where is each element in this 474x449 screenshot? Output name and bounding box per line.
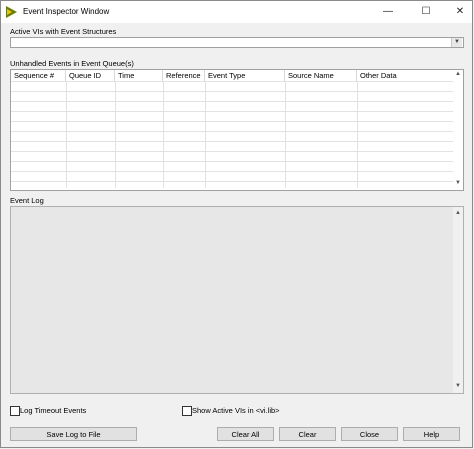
log-scrollbar[interactable]: ▲ ▼ [453, 207, 463, 393]
column-header-sequence[interactable]: Sequence # [11, 70, 66, 81]
table-row [11, 81, 453, 82]
column-header-queue-id[interactable]: Queue ID [66, 70, 115, 81]
log-timeout-checkbox[interactable] [10, 406, 20, 416]
close-button[interactable]: Close [341, 427, 398, 441]
event-log-label: Event Log [10, 196, 44, 205]
minimize-icon[interactable]: — [374, 1, 402, 23]
column-header-event-type[interactable]: Event Type [205, 70, 285, 81]
table-scrollbar[interactable]: ▲ ▼ [453, 70, 463, 190]
active-vis-label: Active VIs with Event Structures [10, 27, 117, 36]
save-log-button[interactable]: Save Log to File [10, 427, 137, 441]
column-header-time[interactable]: Time [115, 70, 163, 81]
log-timeout-label: Log Timeout Events [20, 406, 87, 415]
scroll-down-icon[interactable]: ▼ [454, 383, 462, 389]
clear-button[interactable]: Clear [279, 427, 336, 441]
event-inspector-window: Event Inspector Window — ☐ ✕ Active VIs … [0, 0, 473, 448]
column-header-reference[interactable]: Reference [163, 70, 205, 81]
clear-all-button[interactable]: Clear All [217, 427, 274, 441]
unhandled-events-label: Unhandled Events in Event Queue(s) [10, 59, 134, 68]
window-title: Event Inspector Window [23, 7, 110, 16]
unhandled-events-table[interactable]: Sequence # Queue ID Time Reference Event… [10, 69, 464, 191]
event-log-area[interactable]: ▲ ▼ [10, 206, 464, 394]
table-row [11, 161, 453, 162]
scroll-up-icon[interactable]: ▲ [454, 71, 462, 77]
show-active-vis-checkbox[interactable] [182, 406, 192, 416]
title-bar[interactable]: Event Inspector Window — ☐ ✕ [1, 1, 472, 23]
help-button[interactable]: Help [403, 427, 460, 441]
table-row [11, 91, 453, 92]
table-row [11, 181, 453, 182]
table-header: Sequence # Queue ID Time Reference Event… [11, 70, 463, 81]
table-row [11, 151, 453, 152]
chevron-down-icon[interactable]: ▼ [451, 38, 462, 47]
table-row [11, 131, 453, 132]
column-header-other-data[interactable]: Other Data [357, 70, 453, 81]
table-row [11, 111, 453, 112]
close-window-icon[interactable]: ✕ [446, 1, 474, 23]
table-row [11, 101, 453, 102]
column-header-source-name[interactable]: Source Name [285, 70, 357, 81]
labview-arrow-icon-highlight [7, 9, 12, 15]
table-row [11, 141, 453, 142]
maximize-icon[interactable]: ☐ [412, 1, 440, 23]
scroll-down-icon[interactable]: ▼ [454, 180, 462, 186]
table-row [11, 171, 453, 172]
table-row [11, 121, 453, 122]
show-active-vis-label: Show Active VIs in <vi.lib> [192, 406, 280, 415]
scroll-up-icon[interactable]: ▲ [454, 210, 462, 216]
active-vis-dropdown[interactable]: ▼ [10, 37, 464, 48]
